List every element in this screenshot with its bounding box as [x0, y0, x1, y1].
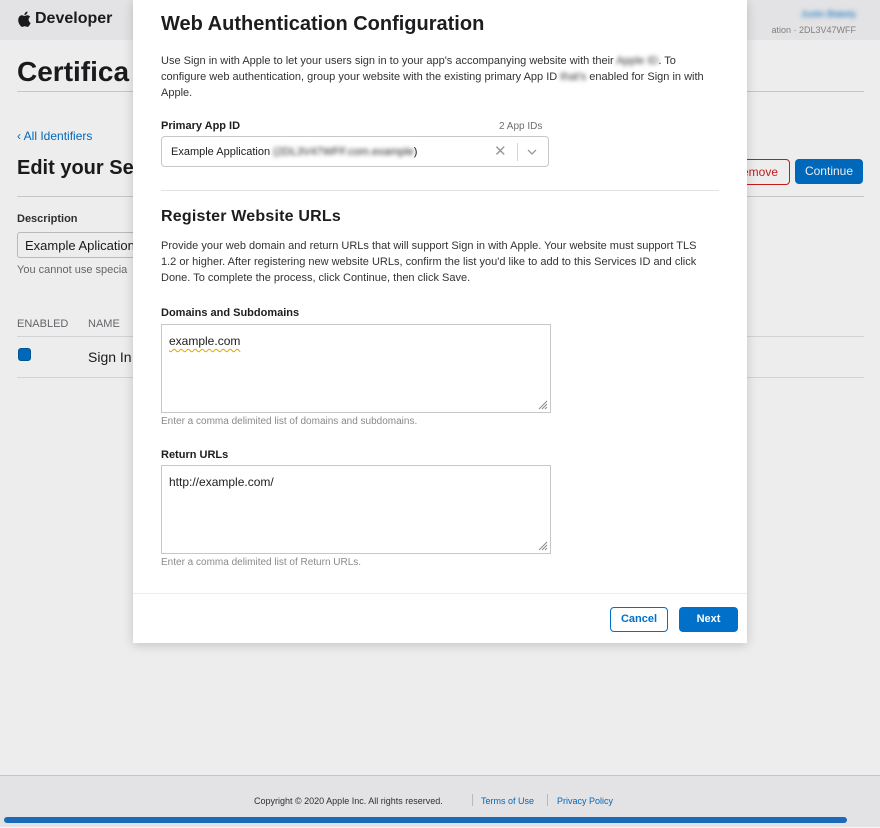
dialog-intro: Use Sign in with Apple to let your users…: [161, 55, 704, 99]
return-urls-label: Return URLs: [161, 449, 229, 461]
dialog-title: Web Authentication Configuration: [161, 13, 485, 35]
domains-label: Domains and Subdomains: [161, 307, 300, 319]
chevron-down-icon[interactable]: [525, 145, 539, 159]
app-id-count: 2 App IDs: [499, 121, 543, 132]
domains-help: Enter a comma delimited list of domains …: [161, 416, 418, 427]
primary-app-id-label: Primary App ID: [161, 120, 241, 132]
redacted-text: Apple ID: [616, 55, 659, 67]
cancel-button[interactable]: Cancel: [610, 607, 668, 632]
redacted-text: that's: [560, 71, 587, 83]
domains-value: example.com: [169, 334, 241, 348]
domains-textarea[interactable]: example.com: [161, 324, 551, 413]
register-website-urls-heading: Register Website URLs: [161, 208, 341, 225]
footer-divider: [133, 593, 747, 594]
return-urls-help: Enter a comma delimited list of Return U…: [161, 557, 362, 568]
resize-grip-icon[interactable]: [538, 400, 548, 410]
return-urls-textarea[interactable]: http://example.com/: [161, 465, 551, 554]
web-auth-config-dialog: Web Authentication Configuration Use Sig…: [133, 0, 747, 643]
clear-icon[interactable]: ✕: [494, 143, 507, 161]
return-urls-value: http://example.com/: [169, 475, 274, 489]
next-button[interactable]: Next: [679, 607, 738, 632]
section-divider: [161, 190, 719, 191]
select-divider: [517, 143, 518, 161]
register-website-urls-description: Provide your web domain and return URLs …: [161, 240, 697, 284]
primary-app-id-select[interactable]: Example Application (2DL3V47WFF.com.exam…: [161, 136, 549, 167]
resize-grip-icon[interactable]: [538, 541, 548, 551]
primary-app-id-value: Example Application (2DL3V47WFF.com.exam…: [171, 146, 418, 158]
